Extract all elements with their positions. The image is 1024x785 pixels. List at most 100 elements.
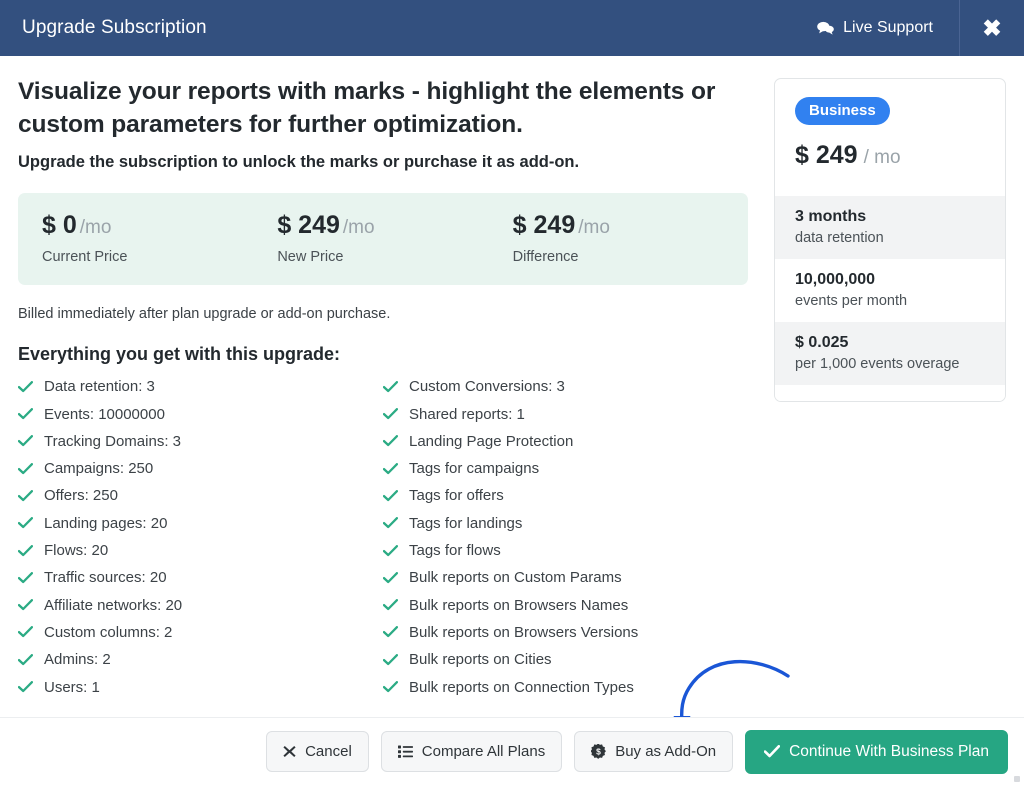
plan-price-per: / mo xyxy=(863,147,901,168)
feature-item: Landing pages: 20 xyxy=(18,510,383,537)
feature-label: Custom Conversions: 3 xyxy=(409,378,565,396)
check-icon xyxy=(383,380,398,392)
feature-label: Landing Page Protection xyxy=(409,432,574,450)
price-comparison-strip: $ 0/mo Current Price $ 249/mo New Price … xyxy=(18,193,748,286)
feature-label: Tracking Domains: 3 xyxy=(44,432,181,450)
feature-item: Bulk reports on Browsers Names xyxy=(383,592,748,619)
cancel-label: Cancel xyxy=(305,743,352,760)
feature-label: Campaigns: 250 xyxy=(44,460,154,478)
feature-item: Bulk reports on Custom Params xyxy=(383,564,748,591)
buy-as-addon-button[interactable]: $ Buy as Add-On xyxy=(574,731,734,772)
feature-item: Tags for offers xyxy=(383,482,748,509)
feature-item: Affiliate networks: 20 xyxy=(18,592,383,619)
feature-item: Events: 10000000 xyxy=(18,400,383,427)
check-icon xyxy=(383,544,398,556)
plan-card-header: Business $ 249/ mo xyxy=(775,79,1005,196)
feature-label: Traffic sources: 20 xyxy=(44,569,167,587)
plan-summary-column: Business $ 249/ mo 3 months data retenti… xyxy=(760,76,1006,717)
feature-label: Tags for campaigns xyxy=(409,460,540,478)
dialog-footer: Cancel Compare All Plans $ Buy as Add-On xyxy=(0,717,1024,785)
check-icon xyxy=(383,653,398,665)
difference-per: /mo xyxy=(578,217,610,239)
plan-row-label: events per month xyxy=(795,293,908,309)
check-icon xyxy=(18,571,33,584)
check-icon xyxy=(18,599,33,611)
feature-label: Flows: 20 xyxy=(44,542,109,560)
plan-card: Business $ 249/ mo 3 months data retenti… xyxy=(774,78,1006,402)
feature-item: Tags for landings xyxy=(383,510,748,537)
feature-label: Bulk reports on Connection Types xyxy=(409,678,634,696)
check-icon xyxy=(18,626,33,638)
plan-row-overage: $ 0.025 per 1,000 events overage xyxy=(775,322,1005,385)
dialog-body: Visualize your reports with marks - high… xyxy=(0,56,1024,717)
feature-label: Events: 10000000 xyxy=(44,405,165,423)
check-icon xyxy=(383,462,398,474)
feature-item: Tracking Domains: 3 xyxy=(18,428,383,455)
plan-row-value: $ 0.025 xyxy=(795,334,849,351)
feature-label: Tags for flows xyxy=(409,542,501,560)
cancel-button[interactable]: Cancel xyxy=(266,731,369,772)
continue-label: Continue With Business Plan xyxy=(789,742,989,760)
feature-item: Landing Page Protection xyxy=(383,428,748,455)
feature-item: Flows: 20 xyxy=(18,537,383,564)
price-cell-difference: $ 249/mo Difference xyxy=(512,211,748,266)
check-icon xyxy=(18,408,33,420)
check-icon xyxy=(383,517,398,529)
headline: Visualize your reports with marks - high… xyxy=(18,78,716,138)
feature-label: Admins: 2 xyxy=(44,651,111,669)
subheadline: Upgrade the subscription to unlock the m… xyxy=(18,153,580,172)
feature-label: Bulk reports on Custom Params xyxy=(409,569,622,587)
price-cell-new: $ 249/mo New Price xyxy=(277,211,512,266)
check-icon xyxy=(18,462,33,474)
feature-item: Users: 1 xyxy=(18,673,383,700)
check-icon xyxy=(18,380,33,392)
check-icon xyxy=(18,517,33,529)
plan-card-footer-spacer xyxy=(775,385,1005,401)
feature-item: Traffic sources: 20 xyxy=(18,564,383,591)
difference-amount: $ 249/mo xyxy=(512,211,610,240)
svg-text:$: $ xyxy=(596,747,601,757)
check-icon xyxy=(763,745,781,758)
feature-label: Users: 1 xyxy=(44,678,100,696)
dollar-badge-icon: $ xyxy=(590,743,607,759)
plan-row-value: 10,000,000 xyxy=(795,271,876,288)
buy-as-addon-label: Buy as Add-On xyxy=(615,743,717,760)
live-support-button[interactable]: Live Support xyxy=(797,0,960,56)
check-icon xyxy=(383,681,398,693)
check-icon xyxy=(18,490,33,502)
difference-label: Difference xyxy=(512,249,579,266)
plan-row-value: 3 months xyxy=(795,208,867,225)
current-price-per: /mo xyxy=(79,217,112,239)
close-icon[interactable]: ✖ xyxy=(960,0,1024,56)
feature-label: Affiliate networks: 20 xyxy=(44,596,183,614)
feature-item: Tags for campaigns xyxy=(383,455,748,482)
feature-label: Offers: 250 xyxy=(44,487,118,505)
check-icon xyxy=(383,435,398,447)
check-icon xyxy=(18,544,33,556)
compare-all-plans-button[interactable]: Compare All Plans xyxy=(380,731,563,772)
dialog-titlebar: Upgrade Subscription Live Support ✖ xyxy=(0,0,1024,56)
plan-row-label: data retention xyxy=(795,230,884,246)
upgrade-details-column: Visualize your reports with marks - high… xyxy=(18,76,760,717)
status-badge: Business xyxy=(795,97,890,125)
feature-item: Bulk reports on Browsers Versions xyxy=(383,619,748,646)
features-title: Everything you get with this upgrade: xyxy=(18,344,341,365)
continue-with-business-plan-button[interactable]: Continue With Business Plan xyxy=(745,729,1008,774)
billing-note: Billed immediately after plan upgrade or… xyxy=(18,306,391,323)
check-icon xyxy=(383,626,398,638)
check-icon xyxy=(18,435,33,447)
features-list: Data retention: 3 Events: 10000000 Trackin… xyxy=(18,373,748,701)
corner-resize-handle xyxy=(1014,776,1020,782)
feature-label: Bulk reports on Browsers Versions xyxy=(409,623,639,641)
feature-item: Bulk reports on Connection Types xyxy=(383,673,748,700)
new-price-amount: $ 249/mo xyxy=(277,211,375,240)
check-icon xyxy=(383,571,398,584)
close-icon xyxy=(283,745,296,758)
feature-label: Shared reports: 1 xyxy=(409,405,525,423)
feature-label: Bulk reports on Cities xyxy=(409,651,552,669)
check-icon xyxy=(18,653,33,665)
chat-bubble-icon xyxy=(817,21,834,35)
plan-row-events: 10,000,000 events per month xyxy=(775,259,1005,322)
features-column-right: Custom Conversions: 3 Shared reports: 1 La… xyxy=(383,373,748,701)
feature-item: Bulk reports on Cities xyxy=(383,646,748,673)
